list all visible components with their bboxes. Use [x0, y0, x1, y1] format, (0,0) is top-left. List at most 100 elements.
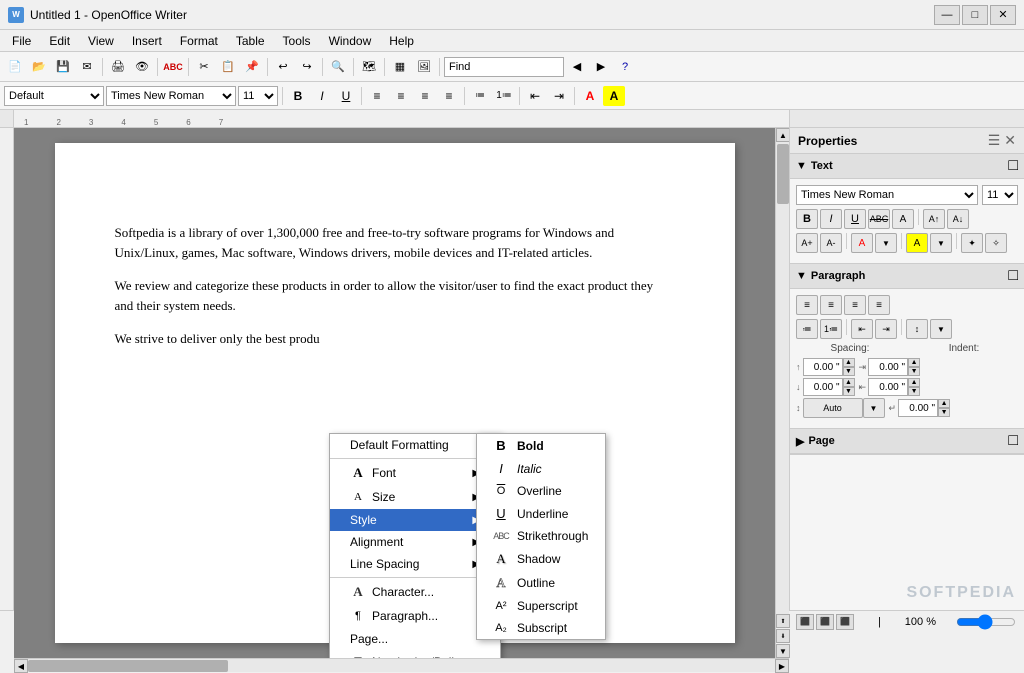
para-expand-icon[interactable]: □: [1008, 267, 1018, 285]
prop-highlight-arrow[interactable]: ▼: [930, 233, 952, 253]
ctx-default-formatting[interactable]: Default Formatting: [330, 434, 500, 456]
page-expand-icon[interactable]: □: [1008, 432, 1018, 450]
para-align-center[interactable]: ≡: [820, 295, 842, 315]
para-align-left[interactable]: ≡: [796, 295, 818, 315]
insert-table-button[interactable]: ▦: [389, 56, 411, 78]
prop-charformat2-button[interactable]: ✧: [985, 233, 1007, 253]
zoom-slider[interactable]: [956, 615, 1016, 629]
indent-after-input[interactable]: [868, 378, 908, 396]
scroll-right-button[interactable]: ▶: [775, 659, 789, 673]
spacing-above-down[interactable]: ▼: [843, 367, 855, 376]
menu-format[interactable]: Format: [172, 32, 226, 50]
sub-overline[interactable]: O Overline: [477, 480, 605, 502]
align-left-button[interactable]: ≡: [366, 86, 388, 106]
align-center-button[interactable]: ≡: [390, 86, 412, 106]
ctx-font[interactable]: A Font ▶: [330, 461, 500, 485]
new-button[interactable]: 📄: [4, 56, 26, 78]
ctx-paragraph[interactable]: ¶ Paragraph...: [330, 604, 500, 628]
find-next-button[interactable]: ▶: [590, 56, 612, 78]
sub-bold[interactable]: B Bold: [477, 434, 605, 457]
navigator-button[interactable]: 🗺: [358, 56, 380, 78]
prop-size-select[interactable]: 11: [982, 185, 1018, 205]
prop-color-arrow[interactable]: ▼: [875, 233, 897, 253]
insert-image-button[interactable]: 🖼: [413, 56, 435, 78]
close-button[interactable]: ✕: [990, 5, 1016, 25]
prop-shadow-button[interactable]: A: [892, 209, 914, 229]
horizontal-scrollbar[interactable]: ◀ ▶: [14, 658, 789, 672]
spacing-above-up[interactable]: ▲: [843, 358, 855, 367]
sub-underline[interactable]: U Underline: [477, 502, 605, 525]
page-section-header[interactable]: ▶ Page □: [790, 429, 1024, 454]
indent-increase-button[interactable]: ⇥: [548, 86, 570, 106]
para-linespace-arrow[interactable]: ▼: [930, 319, 952, 339]
prop-incfont-button[interactable]: A+: [796, 233, 818, 253]
preview-button[interactable]: 👁: [131, 56, 153, 78]
list-bullet-button[interactable]: ≔: [469, 86, 491, 106]
scroll-thumb[interactable]: [777, 144, 789, 204]
align-justify-button[interactable]: ≡: [438, 86, 460, 106]
ctx-line-spacing[interactable]: Line Spacing ▶: [330, 553, 500, 575]
scroll-nav-up[interactable]: ⬆: [776, 614, 790, 628]
hscroll-track[interactable]: [28, 659, 775, 672]
indent-first-up[interactable]: ▲: [938, 399, 950, 408]
highlight-button[interactable]: A: [603, 86, 625, 106]
sub-outline[interactable]: A Outline: [477, 571, 605, 595]
prop-fontcolor-button[interactable]: A: [851, 233, 873, 253]
help-button[interactable]: ?: [614, 56, 636, 78]
ctx-alignment[interactable]: Alignment ▶: [330, 531, 500, 553]
scroll-left-button[interactable]: ◀: [14, 659, 28, 673]
prop-strikethrough-button[interactable]: ABC: [868, 209, 890, 229]
list-number-button[interactable]: 1≔: [493, 86, 515, 106]
menu-tools[interactable]: Tools: [275, 32, 319, 50]
scroll-up-button[interactable]: ▲: [776, 128, 790, 142]
paragraph-style-select[interactable]: Default: [4, 86, 104, 106]
properties-close-button[interactable]: ✕: [1004, 132, 1016, 149]
indent-after-up[interactable]: ▲: [908, 378, 920, 387]
spacing-below-down[interactable]: ▼: [843, 387, 855, 396]
spellcheck-button[interactable]: ABC: [162, 56, 184, 78]
find-input[interactable]: [444, 57, 564, 77]
align-right-button[interactable]: ≡: [414, 86, 436, 106]
cut-button[interactable]: ✂: [193, 56, 215, 78]
para-linespace[interactable]: ↕: [906, 319, 928, 339]
menu-window[interactable]: Window: [321, 32, 380, 50]
ctx-size[interactable]: A Size ▶: [330, 485, 500, 509]
properties-options-icon[interactable]: ☰: [988, 132, 1001, 149]
undo-button[interactable]: ↩: [272, 56, 294, 78]
paragraph-section-header[interactable]: ▼ Paragraph □: [790, 264, 1024, 289]
sub-italic[interactable]: I Italic: [477, 457, 605, 480]
sub-strikethrough[interactable]: ABC Strikethrough: [477, 525, 605, 547]
para-indent-inc[interactable]: ⇥: [875, 319, 897, 339]
save-button[interactable]: 💾: [52, 56, 74, 78]
find-button[interactable]: 🔍: [327, 56, 349, 78]
redo-button[interactable]: ↪: [296, 56, 318, 78]
indent-before-down[interactable]: ▼: [908, 367, 920, 376]
menu-insert[interactable]: Insert: [124, 32, 170, 50]
para-list-bullet[interactable]: ≔: [796, 319, 818, 339]
para-list-number[interactable]: 1≔: [820, 319, 842, 339]
hscroll-thumb[interactable]: [28, 660, 228, 672]
sub-shadow[interactable]: A Shadow: [477, 547, 605, 571]
scroll-down-button[interactable]: ▼: [776, 644, 790, 658]
prop-italic-button[interactable]: I: [820, 209, 842, 229]
minimize-button[interactable]: —: [934, 5, 960, 25]
ctx-page[interactable]: Page...: [330, 628, 500, 650]
font-color-button[interactable]: A: [579, 86, 601, 106]
paste-button[interactable]: 📌: [241, 56, 263, 78]
document-area[interactable]: Softpedia is a library of over 1,300,000…: [14, 128, 775, 658]
para-indent-dec[interactable]: ⇤: [851, 319, 873, 339]
status-icon-2[interactable]: ⬛: [816, 614, 834, 630]
email-button[interactable]: ✉: [76, 56, 98, 78]
menu-file[interactable]: File: [4, 32, 39, 50]
prop-subscript-button[interactable]: A↓: [947, 209, 969, 229]
prop-highlight-button[interactable]: A: [906, 233, 928, 253]
menu-view[interactable]: View: [80, 32, 122, 50]
para-align-right[interactable]: ≡: [844, 295, 866, 315]
italic-button[interactable]: I: [311, 86, 333, 106]
prop-underline-button[interactable]: U: [844, 209, 866, 229]
prop-superscript-button[interactable]: A↑: [923, 209, 945, 229]
maximize-button[interactable]: □: [962, 5, 988, 25]
prop-font-select[interactable]: Times New Roman: [796, 185, 978, 205]
print-button[interactable]: 🖨: [107, 56, 129, 78]
prop-bold-button[interactable]: B: [796, 209, 818, 229]
